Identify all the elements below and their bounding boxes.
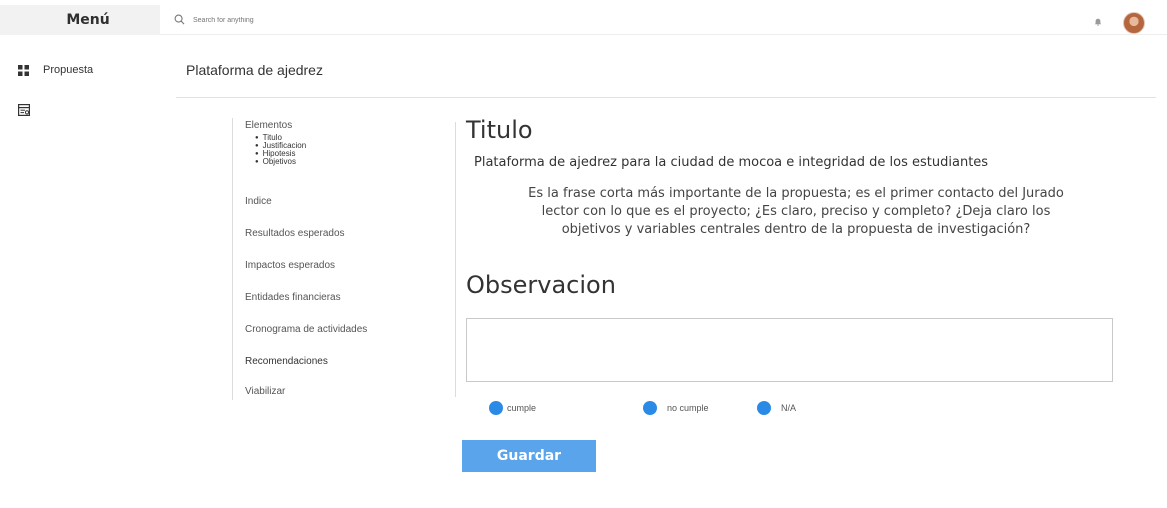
sidebar-item-propuesta[interactable]: Propuesta	[18, 64, 93, 76]
option-label: no cumple	[667, 403, 709, 413]
section-description: Es la frase corta más importante de la p…	[466, 185, 1126, 239]
nav-item-impactos[interactable]: Impactos esperados	[245, 260, 335, 271]
option-label: N/A	[781, 403, 797, 413]
sidebar-item-label: Propuesta	[43, 64, 94, 76]
observation-textarea[interactable]	[466, 318, 1113, 382]
radio-dot-icon[interactable]	[757, 401, 771, 415]
nav-item-elementos[interactable]: Elementos	[245, 120, 292, 131]
description-line: lector con lo que es el proyecto; ¿Es cl…	[541, 204, 1051, 219]
description-line: objetivos y variables centrales dentro d…	[561, 222, 1031, 237]
radio-dot-icon[interactable]	[489, 401, 503, 415]
nav-subitem-objetivos[interactable]: Objetivos	[255, 158, 296, 167]
search-icon[interactable]	[174, 14, 185, 25]
nav-rail	[232, 118, 233, 400]
option-na[interactable]: N/A	[757, 401, 796, 415]
menu-header[interactable]: Menú	[0, 5, 160, 35]
section-title: Titulo	[466, 116, 533, 144]
search-bar	[160, 5, 1167, 35]
document-icon	[18, 104, 30, 116]
option-no-cumple[interactable]: no cumple	[643, 401, 709, 415]
option-cumple[interactable]: cumple	[489, 401, 536, 415]
nav-item-entidades[interactable]: Entidades financieras	[245, 292, 341, 303]
nav-item-viabilizar[interactable]: Viabilizar	[245, 386, 285, 397]
header-divider	[176, 97, 1156, 98]
save-button[interactable]: Guardar	[462, 440, 596, 472]
sidebar-item-document[interactable]	[18, 104, 30, 116]
grid-icon	[18, 64, 29, 76]
user-avatar[interactable]	[1123, 12, 1145, 34]
bell-icon[interactable]	[1094, 18, 1102, 26]
option-label: cumple	[507, 403, 537, 413]
proposal-title-text: Plataforma de ajedrez para la ciudad de …	[474, 155, 989, 170]
radio-dot-icon[interactable]	[643, 401, 657, 415]
content-divider	[455, 122, 456, 397]
description-line: Es la frase corta más importante de la p…	[528, 186, 1064, 201]
nav-item-recomendaciones[interactable]: Recomendaciones	[245, 356, 328, 367]
nav-item-indice[interactable]: Indice	[245, 196, 272, 207]
observation-heading: Observacion	[466, 271, 616, 299]
page-title: Plataforma de ajedrez	[186, 62, 323, 78]
nav-item-cronograma[interactable]: Cronograma de actividades	[245, 324, 367, 335]
nav-item-resultados[interactable]: Resultados esperados	[245, 228, 345, 239]
menu-label: Menú	[66, 12, 110, 28]
search-input[interactable]	[193, 12, 493, 28]
